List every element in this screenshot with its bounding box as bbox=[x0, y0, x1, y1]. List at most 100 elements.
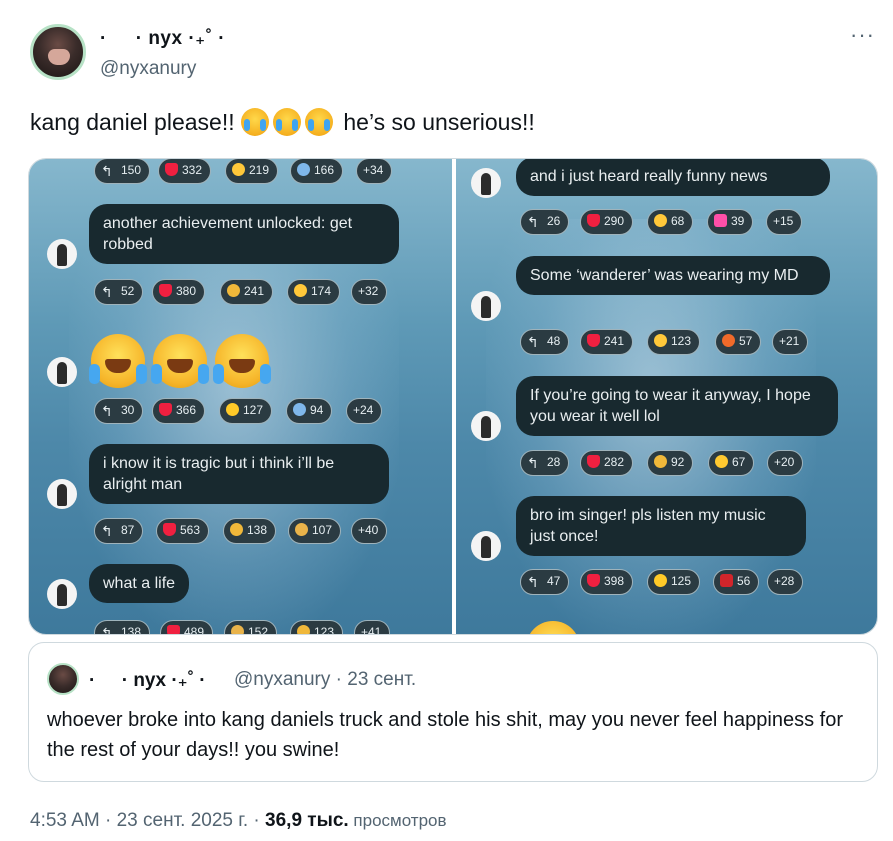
reply-count-chip[interactable]: ↰ 48 bbox=[520, 329, 570, 355]
heart-reaction-chip[interactable]: 332 bbox=[158, 159, 212, 184]
grin-reaction-chip[interactable]: 67 bbox=[708, 450, 755, 476]
quoted-tweet-text: whoever broke into kang daniels truck an… bbox=[47, 709, 843, 761]
wow-reaction-chip[interactable]: 123 bbox=[647, 329, 701, 355]
message-bubble: and i just heard really funny news bbox=[516, 159, 830, 196]
tweet-media[interactable]: ↰ 150 332 219 166 +34 another achievement… bbox=[28, 158, 878, 635]
heart-reaction-chip[interactable]: 290 bbox=[580, 209, 634, 235]
wow-face-icon bbox=[232, 163, 245, 176]
heart-pink-reaction-chip[interactable]: 39 bbox=[707, 209, 754, 235]
loudly-crying-face-icon bbox=[273, 108, 301, 136]
heart-icon bbox=[167, 625, 180, 634]
tears-of-joy-icon bbox=[226, 403, 239, 416]
crying-face-icon bbox=[293, 403, 306, 416]
sender-avatar bbox=[47, 239, 77, 269]
heart-reaction-chip[interactable]: 563 bbox=[156, 518, 210, 544]
more-reactions-chip[interactable]: +21 bbox=[772, 329, 809, 355]
pleading-face-icon bbox=[297, 625, 310, 634]
broken-heart-icon bbox=[720, 574, 733, 587]
quoted-tweet[interactable]: · · nyx ·₊˚ · @nyxanury · 23 сент. whoev… bbox=[28, 642, 878, 782]
reaction-row: ↰ 47 398 125 56 +28 bbox=[520, 569, 860, 595]
quoted-author-avatar[interactable] bbox=[47, 663, 79, 695]
reply-count-chip[interactable]: ↰ 28 bbox=[520, 450, 570, 476]
pleading-reaction-chip[interactable]: 138 bbox=[223, 518, 277, 544]
reply-arrow-icon: ↰ bbox=[527, 574, 539, 590]
reply-arrow-icon: ↰ bbox=[101, 163, 113, 179]
laugh-reaction-chip[interactable]: 127 bbox=[219, 398, 273, 424]
pleading-face-icon bbox=[230, 523, 243, 536]
message-bubble: i know it is tragic but i think i’ll be … bbox=[89, 444, 389, 504]
reply-count-chip[interactable]: ↰ 30 bbox=[94, 398, 144, 424]
more-reactions-chip[interactable]: +24 bbox=[346, 398, 383, 424]
sad-reaction-chip[interactable]: 152 bbox=[224, 620, 278, 634]
views-count: 36,9 тыс. bbox=[265, 810, 349, 831]
message-bubble: bro im singer! pls listen my music just … bbox=[516, 496, 806, 556]
reaction-row: ↰ 30 366 127 94 +24 bbox=[94, 398, 434, 424]
tweet-text-after: he’s so unserious!! bbox=[337, 109, 535, 135]
reply-count-chip[interactable]: ↰ 47 bbox=[520, 569, 570, 595]
tweet-timestamp[interactable]: 4:53 AM · 23 сент. 2025 г. · bbox=[30, 810, 265, 831]
more-reactions-chip[interactable]: +15 bbox=[766, 209, 803, 235]
heart-reaction-chip[interactable]: 241 bbox=[580, 329, 634, 355]
loudly-crying-face-icon bbox=[241, 108, 269, 136]
heart-reaction-chip[interactable]: 366 bbox=[152, 398, 206, 424]
author-handle[interactable]: @nyxanury bbox=[100, 58, 196, 80]
message-bubble: what a life bbox=[89, 564, 190, 603]
pleading-reaction-chip[interactable]: 123 bbox=[290, 620, 344, 634]
heart-reaction-chip[interactable]: 398 bbox=[580, 569, 634, 595]
quoted-author-meta: @nyxanury · 23 сент. bbox=[234, 669, 417, 690]
pleading-reaction-chip[interactable]: 92 bbox=[647, 450, 694, 476]
reply-count-chip[interactable]: ↰ 150 bbox=[94, 159, 151, 184]
wow-reaction-chip[interactable]: 219 bbox=[225, 159, 279, 184]
reply-arrow-icon: ↰ bbox=[101, 625, 113, 635]
wow-reaction-chip[interactable]: 68 bbox=[647, 209, 694, 235]
reply-arrow-icon: ↰ bbox=[527, 334, 539, 350]
heart-reaction-chip[interactable]: 489 bbox=[160, 620, 214, 634]
angry-reaction-chip[interactable]: 57 bbox=[715, 329, 762, 355]
more-reactions-chip[interactable]: +20 bbox=[767, 450, 804, 476]
wow-face-icon bbox=[654, 214, 667, 227]
heart-icon bbox=[587, 214, 600, 227]
wow-face-icon bbox=[294, 284, 307, 297]
angry-face-icon bbox=[722, 334, 735, 347]
more-reactions-chip[interactable]: +28 bbox=[767, 569, 804, 595]
reaction-row: ↰ 48 241 123 57 +21 bbox=[520, 329, 860, 355]
reply-count-chip[interactable]: ↰ 138 bbox=[94, 620, 151, 635]
tears-of-joy-icon bbox=[89, 334, 147, 388]
heart-icon bbox=[587, 574, 600, 587]
sparkling-heart-icon bbox=[714, 214, 727, 227]
tears-of-joy-icon bbox=[151, 334, 209, 388]
sender-avatar bbox=[47, 579, 77, 609]
wow-face-icon bbox=[654, 334, 667, 347]
cry-reaction-chip[interactable]: 94 bbox=[286, 398, 333, 424]
tweet-header: · · nyx ·₊˚ · @nyxanury ··· bbox=[30, 24, 875, 84]
author-avatar[interactable] bbox=[30, 24, 86, 80]
heart-icon bbox=[165, 163, 178, 176]
message-bubble: Some ‘wanderer’ was wearing my MD bbox=[516, 256, 830, 295]
media-image-left[interactable]: ↰ 150 332 219 166 +34 another achievement… bbox=[29, 159, 452, 635]
reply-count-chip[interactable]: ↰ 87 bbox=[94, 518, 144, 544]
reply-count-chip[interactable]: ↰ 52 bbox=[94, 279, 144, 305]
reply-arrow-icon: ↰ bbox=[101, 284, 113, 300]
sender-avatar bbox=[471, 168, 501, 198]
more-reactions-chip[interactable]: +40 bbox=[351, 518, 388, 544]
sender-avatar bbox=[471, 531, 501, 561]
cry-reaction-chip[interactable]: 166 bbox=[290, 159, 344, 184]
more-reactions-chip[interactable]: +41 bbox=[354, 620, 391, 634]
heart-reaction-chip[interactable]: 282 bbox=[580, 450, 634, 476]
more-reactions-chip[interactable]: +34 bbox=[356, 159, 393, 184]
media-image-right[interactable]: and i just heard really funny news ↰ 26 2… bbox=[456, 159, 877, 634]
wow-reaction-chip[interactable]: 174 bbox=[287, 279, 341, 305]
pleading-reaction-chip[interactable]: 241 bbox=[220, 279, 274, 305]
author-display-name[interactable]: · · nyx ·₊˚ · bbox=[100, 27, 225, 50]
reply-count-chip[interactable]: ↰ 26 bbox=[520, 209, 570, 235]
rage-reaction-chip[interactable]: 56 bbox=[713, 569, 760, 595]
heart-reaction-chip[interactable]: 380 bbox=[152, 279, 206, 305]
more-dots-icon[interactable]: ··· bbox=[845, 24, 875, 48]
more-reactions-chip[interactable]: +32 bbox=[351, 279, 388, 305]
message-bubble: If you’re going to wear it anyway, I hop… bbox=[516, 376, 838, 436]
sad-reaction-chip[interactable]: 107 bbox=[288, 518, 342, 544]
laugh-reaction-chip[interactable]: 125 bbox=[647, 569, 701, 595]
quoted-author-display-name[interactable]: · · nyx ·₊˚ · bbox=[89, 669, 206, 692]
message-bubble: another achievement unlocked: get robbed bbox=[89, 204, 399, 264]
crying-face-icon bbox=[297, 163, 310, 176]
